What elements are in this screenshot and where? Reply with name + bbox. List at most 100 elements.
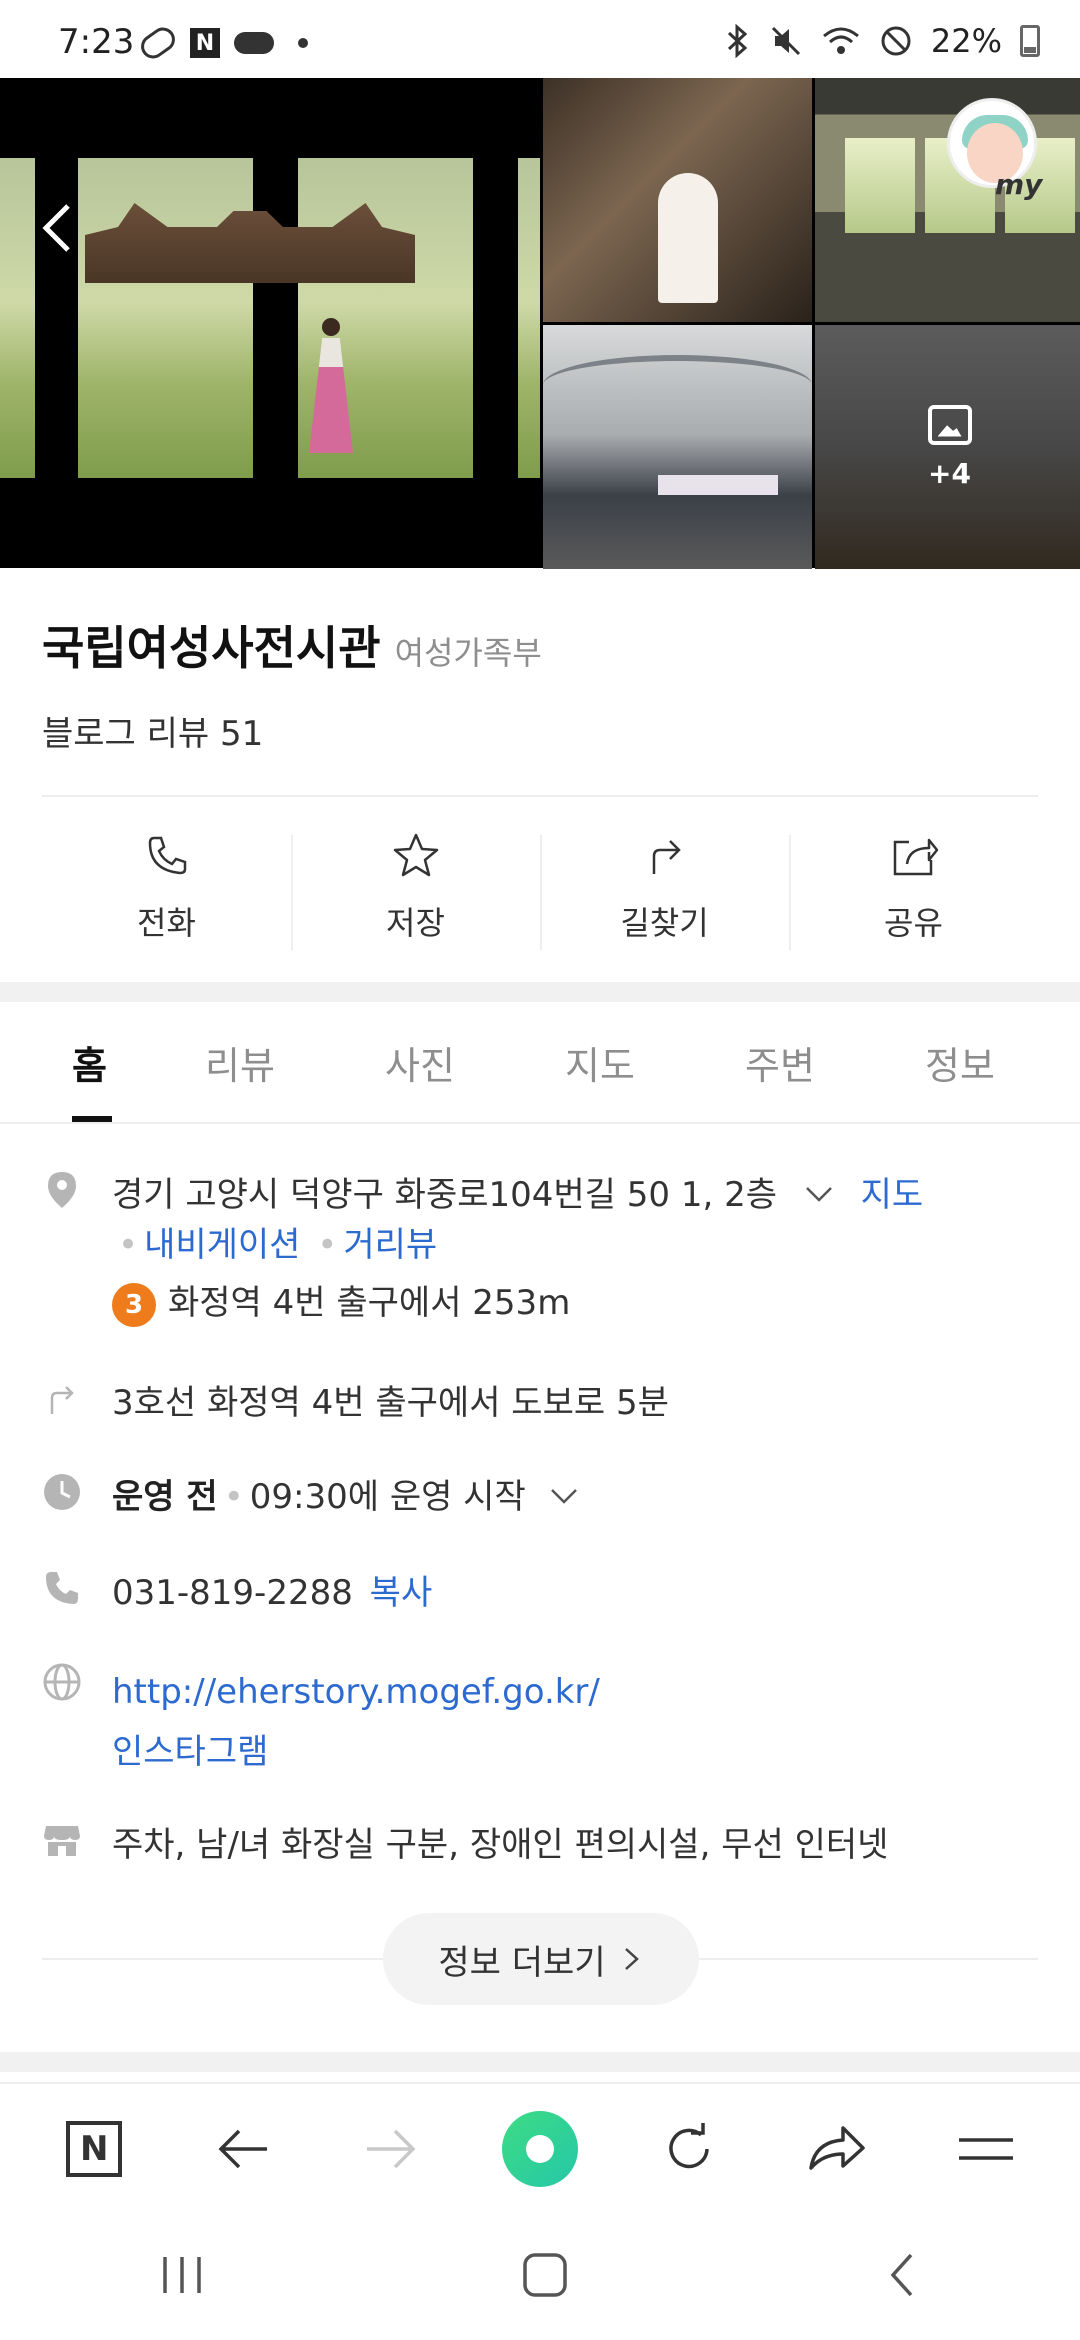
status-time: 7:23	[58, 22, 135, 62]
recent-apps-icon	[162, 2257, 201, 2293]
hours-block: 운영 전 • 09:30에 운영 시작	[112, 1472, 581, 1522]
save-label: 저장	[386, 904, 445, 942]
address-row: 경기 고양시 덕양구 화중로104번길 50 1, 2층 지도 • 내비게이션 •…	[42, 1170, 923, 1328]
navigation-link[interactable]: 내비게이션	[144, 1225, 300, 1265]
share-label: 공유	[884, 904, 943, 942]
more-photos-count: +4	[928, 456, 971, 490]
mute-icon	[771, 26, 800, 56]
browser-back-button[interactable]	[198, 2104, 288, 2194]
share-button[interactable]: 공유	[789, 825, 1038, 950]
website-row: http://eherstory.mogef.go.kr/ 인스타그램	[42, 1662, 600, 1782]
my-label: my	[995, 168, 1043, 201]
copy-phone-link[interactable]: 복사	[370, 1573, 433, 1613]
building-image	[85, 203, 415, 283]
street-view-link[interactable]: 거리뷰	[343, 1225, 437, 1265]
clock-icon	[44, 1474, 80, 1510]
chevron-left-icon	[890, 2253, 913, 2297]
browser-forward-button[interactable]	[346, 2104, 436, 2194]
address-block: 경기 고양시 덕양구 화중로104번길 50 1, 2층 지도 • 내비게이션 •…	[112, 1170, 923, 1328]
photo-gallery[interactable]: +4 my	[0, 78, 1080, 569]
main-photo[interactable]	[0, 78, 540, 568]
place-category: 여성가족부	[394, 634, 542, 672]
directions-icon	[652, 840, 681, 874]
photo-thumbnail-3[interactable]	[543, 325, 812, 569]
green-dot-button[interactable]	[495, 2104, 585, 2194]
home-square-icon	[523, 2253, 567, 2297]
cloud-icon	[234, 32, 274, 54]
facilities-row: 주차, 남/녀 화장실 구분, 장애인 편의시설, 무선 인터넷	[42, 1820, 888, 1870]
naver-home-button[interactable]: N	[49, 2104, 139, 2194]
system-navigation-bar	[0, 2214, 1080, 2340]
chevron-left-icon	[42, 204, 70, 252]
tab-nearby[interactable]: 주변	[690, 1002, 870, 1122]
share-icon	[893, 838, 938, 876]
hours-row[interactable]: 운영 전 • 09:30에 운영 시작	[42, 1472, 581, 1522]
notification-dot-icon	[298, 38, 308, 48]
section-divider	[0, 982, 1080, 1002]
chevron-down-icon[interactable]	[547, 1484, 581, 1508]
blocked-icon	[881, 26, 911, 56]
photo-thumbnail-4[interactable]: +4	[815, 325, 1080, 569]
map-link[interactable]: 지도	[861, 1175, 924, 1215]
hours-status: 운영 전	[112, 1477, 218, 1517]
phone-number[interactable]: 031-819-2288	[112, 1573, 353, 1613]
globe-icon	[43, 1663, 81, 1701]
back-button[interactable]	[38, 198, 78, 258]
battery-percent: 22%	[930, 22, 1002, 60]
arrow-left-icon	[218, 2129, 267, 2169]
browser-toolbar: N	[0, 2082, 1080, 2214]
call-label: 전화	[137, 904, 196, 942]
share-arrow-icon	[809, 2126, 865, 2170]
star-icon	[393, 833, 438, 877]
tab-info[interactable]: 정보	[870, 1002, 1050, 1122]
directions-label: 길찾기	[620, 904, 709, 942]
photo-thumbnail-1[interactable]	[543, 78, 812, 322]
hamburger-menu-icon	[958, 2138, 1013, 2160]
walk-route-icon	[50, 1386, 74, 1414]
home-button[interactable]	[520, 2250, 570, 2304]
phone-icon	[148, 836, 186, 875]
arrow-right-icon	[367, 2129, 416, 2169]
store-icon	[44, 1826, 80, 1856]
directions-button[interactable]: 길찾기	[540, 825, 789, 950]
save-button[interactable]: 저장	[291, 825, 540, 950]
tab-reviews[interactable]: 리뷰	[150, 1002, 330, 1122]
tab-map[interactable]: 지도	[510, 1002, 690, 1122]
blog-review-link[interactable]: 블로그 리뷰 51	[42, 706, 263, 755]
walk-text: 3호선 화정역 4번 출구에서 도보로 5분	[112, 1383, 669, 1423]
image-icon	[927, 404, 972, 445]
divider	[42, 795, 1038, 797]
naver-n-icon: N	[66, 2121, 123, 2177]
facilities-text: 주차, 남/녀 화장실 구분, 장애인 편의시설, 무선 인터넷	[112, 1825, 889, 1865]
hours-detail: 09:30에 운영 시작	[249, 1477, 526, 1517]
refresh-button[interactable]	[644, 2104, 734, 2194]
location-pin-icon	[48, 1172, 76, 1208]
more-photos[interactable]: +4	[815, 325, 1080, 569]
more-info-button[interactable]: 정보 더보기	[383, 1913, 699, 2005]
address-text: 경기 고양시 덕양구 화중로104번길 50 1, 2층	[112, 1175, 777, 1215]
menu-button[interactable]	[941, 2104, 1031, 2194]
chevron-down-icon[interactable]	[802, 1182, 836, 1206]
more-info-label: 정보 더보기	[438, 1942, 606, 1983]
place-title: 국립여성사전시관	[42, 621, 381, 675]
website-link[interactable]: http://eherstory.mogef.go.kr/	[112, 1662, 600, 1722]
share-page-button[interactable]	[792, 2104, 882, 2194]
call-button[interactable]: 전화	[42, 825, 291, 950]
wifi-icon	[822, 27, 859, 54]
bluetooth-icon	[727, 24, 748, 58]
figure-image	[305, 318, 355, 458]
walk-row: 3호선 화정역 4번 출구에서 도보로 5분	[42, 1378, 669, 1428]
naver-app-icon: N	[190, 28, 220, 58]
place-header: 국립여성사전시관 여성가족부	[42, 612, 542, 678]
status-left-icons: N	[136, 22, 308, 64]
recent-apps-button[interactable]	[157, 2253, 207, 2301]
system-back-button[interactable]	[883, 2250, 923, 2304]
refresh-icon	[668, 2123, 709, 2169]
tab-home[interactable]: 홈	[30, 1002, 150, 1122]
battery-icon	[1020, 25, 1040, 57]
subway-line-badge: 3	[112, 1282, 156, 1327]
instagram-link[interactable]: 인스타그램	[112, 1722, 600, 1782]
status-bar: 7:23 N 22%	[0, 0, 1080, 78]
green-dot-icon	[501, 2111, 578, 2187]
tab-photos[interactable]: 사진	[330, 1002, 510, 1122]
